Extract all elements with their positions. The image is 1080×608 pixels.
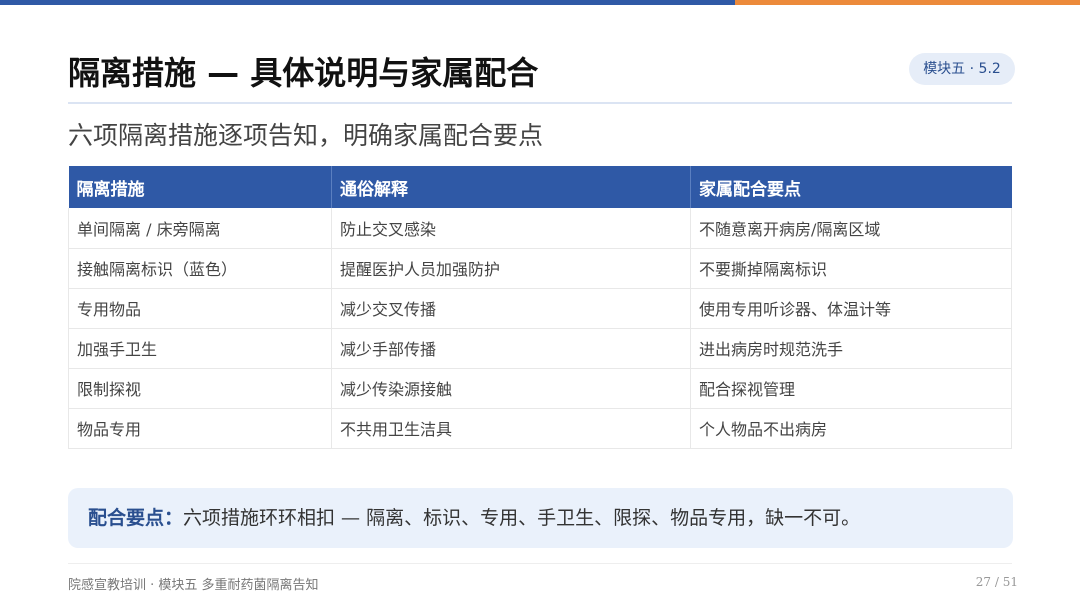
column-header-family-cooperation: 家属配合要点	[690, 166, 1012, 208]
table-row: 限制探视 减少传染源接触 配合探视管理	[68, 368, 1012, 409]
table-row: 接触隔离标识（蓝色） 提醒医护人员加强防护 不要撕掉隔离标识	[68, 248, 1012, 289]
table-cell: 专用物品	[68, 288, 332, 329]
top-accent-bar-blue	[0, 0, 735, 5]
module-badge: 模块五 · 5.2	[909, 53, 1015, 85]
title-divider	[68, 102, 1012, 104]
table-cell: 配合探视管理	[690, 368, 1012, 409]
table-cell: 提醒医护人员加强防护	[331, 248, 691, 289]
table-cell: 单间隔离 / 床旁隔离	[68, 208, 332, 249]
table-cell: 使用专用听诊器、体温计等	[690, 288, 1012, 329]
footer-course-title: 院感宣教培训 · 模块五 多重耐药菌隔离告知	[68, 578, 319, 593]
page-subtitle: 六项隔离措施逐项告知，明确家属配合要点	[68, 121, 544, 150]
table-row: 专用物品 减少交叉传播 使用专用听诊器、体温计等	[68, 288, 1012, 329]
note-text: 六项措施环环相扣 — 隔离、标识、专用、手卫生、限探、物品专用，缺一不可。	[183, 507, 861, 529]
table-cell: 不共用卫生洁具	[331, 408, 691, 449]
table-row: 加强手卫生 减少手部传播 进出病房时规范洗手	[68, 328, 1012, 369]
table-cell: 减少交叉传播	[331, 288, 691, 329]
column-header-measure: 隔离措施	[68, 166, 332, 208]
table-row: 物品专用 不共用卫生洁具 个人物品不出病房	[68, 408, 1012, 449]
table-cell: 加强手卫生	[68, 328, 332, 369]
top-accent-bar-orange	[735, 0, 1080, 5]
table-cell: 进出病房时规范洗手	[690, 328, 1012, 369]
table-cell: 物品专用	[68, 408, 332, 449]
note-label: 配合要点：	[88, 507, 184, 529]
footer-divider	[68, 563, 1012, 564]
table-header-row: 隔离措施 通俗解释 家属配合要点	[68, 166, 1012, 208]
table-row: 单间隔离 / 床旁隔离 防止交叉感染 不随意离开病房/隔离区域	[68, 208, 1012, 249]
table-cell: 不随意离开病房/隔离区域	[690, 208, 1012, 249]
table-cell: 减少手部传播	[331, 328, 691, 369]
page-title: 隔离措施 — 具体说明与家属配合	[68, 54, 539, 92]
table-cell: 个人物品不出病房	[690, 408, 1012, 449]
table-cell: 不要撕掉隔离标识	[690, 248, 1012, 289]
table-cell: 接触隔离标识（蓝色）	[68, 248, 332, 289]
table-cell: 限制探视	[68, 368, 332, 409]
top-accent-bar	[0, 0, 1080, 5]
column-header-explanation: 通俗解释	[331, 166, 691, 208]
isolation-measures-table: 隔离措施 通俗解释 家属配合要点 单间隔离 / 床旁隔离 防止交叉感染 不随意离…	[68, 166, 1012, 449]
table-cell: 防止交叉感染	[331, 208, 691, 249]
page-number: 27 / 51	[975, 575, 1018, 589]
table-cell: 减少传染源接触	[331, 368, 691, 409]
cooperation-note-box: 配合要点：六项措施环环相扣 — 隔离、标识、专用、手卫生、限探、物品专用，缺一不…	[68, 488, 1013, 548]
